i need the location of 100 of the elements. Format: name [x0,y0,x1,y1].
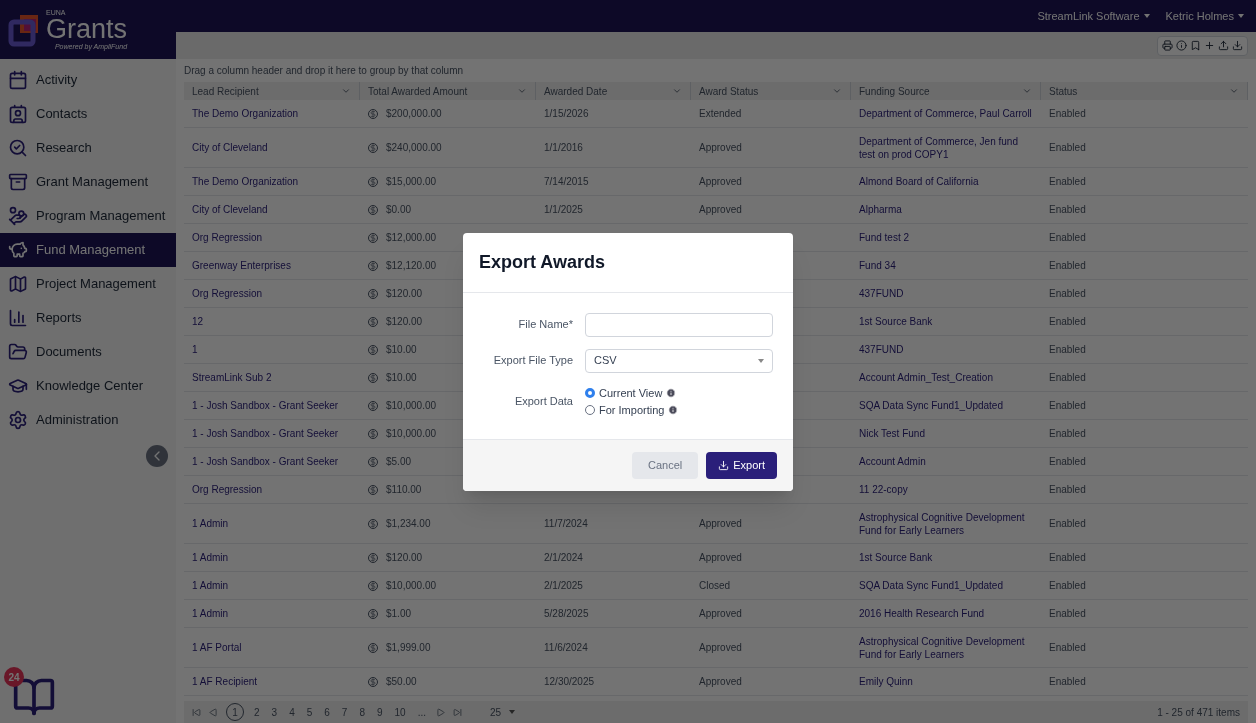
table-cell-text: 1st Source Bank [859,315,934,328]
upload-icon[interactable] [1218,40,1229,51]
chevron-icon [672,86,682,96]
table-cell-text: Enabled [1048,107,1087,121]
file-name-field[interactable] [585,312,773,337]
collapse-button[interactable] [146,445,168,467]
table-cell-text: Account Admin_Test_Creation [859,371,994,384]
table-cell-text: 2016 Health Research Fund [859,607,986,620]
table-cell-text: $15,000.00 [386,175,437,189]
chevron-icon [1022,86,1032,96]
page-link[interactable]: 6 [322,704,332,720]
table-cell-text: Greenway Enterprises [191,259,292,273]
table-cell-text: Org Regression [191,483,264,497]
column-header[interactable]: Funding Source [851,82,1041,100]
table-cell: Approved [699,518,742,529]
page-link[interactable]: 5 [304,704,315,720]
sidebar-item[interactable]: Administration [0,403,176,437]
table-cell: Approved [699,176,742,187]
table-cell-text: Enabled [1048,517,1087,531]
table-cell-text: Enabled [1048,259,1087,273]
sidebar-item[interactable]: Documents [0,335,176,369]
table-cell-text: 437FUND [859,343,905,356]
table-cell-text: $12,000.00 [386,231,437,245]
radio-option[interactable]: For Importing [585,402,679,419]
currency-icon [368,552,378,563]
table-cell-text: City of Cleveland [191,203,269,217]
page-link[interactable]: 2 [252,704,262,720]
table-cell-text: Enabled [1048,455,1087,469]
currency-icon [368,484,378,495]
table-cell-text: Enabled [1048,231,1087,245]
sidebar-item[interactable]: Grant Management [0,165,176,199]
column-header[interactable]: Total Awarded Amount [360,82,536,100]
column-header[interactable]: Award Status [691,82,851,100]
sidebar-item[interactable]: Project Management [0,267,176,301]
sidebar-item[interactable]: Reports [0,301,176,335]
table-cell: Approved [699,142,742,153]
settings-icon [8,410,28,430]
page-link[interactable]: 9 [374,704,385,720]
print-icon[interactable] [1162,40,1173,51]
last-page-icon[interactable] [452,707,462,717]
currency-icon [368,428,378,439]
column-header[interactable]: Lead Recipient [184,82,360,100]
previous-page-icon[interactable] [209,707,218,717]
cancel-button[interactable]: Cancel [631,451,699,479]
magnifier-icon [8,138,28,158]
table-cell-text: $1.00 [386,607,412,621]
table-cell-text: Org Regression [191,287,264,301]
table-cell-text: Astrophysical Cognitive Development Fund for Early Learners [859,634,1026,661]
table-cell-text: Account Admin [859,455,927,468]
sidebar-item[interactable]: Contacts [0,97,176,131]
page-link[interactable]: 3 [269,704,280,720]
table-cell-text: $110.00 [386,483,422,497]
table-cell-text: Astrophysical Cognitive Development Fund for Early Learners [859,510,1026,537]
info-icon[interactable] [1176,40,1187,51]
table-cell-text: Fund test 2 [859,231,911,244]
file-type-dropdown[interactable]: CSV [585,348,773,373]
table-cell-text: Enabled [1048,641,1087,655]
table-cell-text: Enabled [1048,175,1087,189]
page-size-dropdown[interactable]: 25 [481,704,524,720]
currency-icon [368,676,378,687]
column-header[interactable]: Status [1041,82,1248,100]
first-page-icon[interactable] [192,707,201,717]
download-icon[interactable] [1232,40,1243,51]
account-menu[interactable]: Ketric Holmes [1165,7,1244,25]
plus-icon[interactable] [1204,40,1215,51]
table-cell-text: $200,000.00 [386,107,442,121]
page-link[interactable]: 8 [357,704,367,720]
page-link[interactable]: 7 [339,704,350,720]
sidebar-item[interactable]: Activity [0,63,176,97]
chevron-icon [832,86,842,96]
table-cell-text: Enabled [1048,399,1087,413]
currency-icon [368,400,378,411]
table-cell-text: $12,120.00 [386,259,437,273]
bookmark-icon[interactable] [1190,40,1201,51]
radio-option[interactable]: Current View [585,384,679,401]
table-cell-text: The Demo Organization [191,175,300,189]
table-cell-text: $10,000.00 [386,427,437,441]
table-cell-text: $0.00 [386,203,412,217]
page-link[interactable]: ... [415,704,428,720]
table-cell-text: $50.00 [386,675,417,689]
map-icon [8,274,28,294]
sidebar-item[interactable]: Fund Management [0,233,176,267]
table-cell-text: 1 AF Portal [191,641,243,655]
account-menu[interactable]: StreamLink Software [1037,7,1150,25]
table-cell-text: Enabled [1048,371,1087,385]
next-page-icon[interactable] [435,707,445,717]
sidebar-item[interactable]: Program Management [0,199,176,233]
page-link[interactable]: 4 [287,704,297,720]
page-link[interactable]: 10 [392,704,408,720]
sidebar-item[interactable]: Knowledge Center [0,369,176,403]
hand-coin-icon [8,206,28,226]
table-cell: 5/28/2025 [544,608,589,619]
sidebar-item[interactable]: Research [0,131,176,165]
table-cell-text: 1 - Josh Sandbox - Grant Seeker [191,399,340,413]
table-cell-text: $10,000.00 [386,399,437,413]
export-button[interactable]: Export [706,451,777,479]
currency-icon [368,176,378,187]
chevron-icon [1229,86,1239,96]
column-header[interactable]: Awarded Date [536,82,691,100]
currency-icon [368,518,378,529]
